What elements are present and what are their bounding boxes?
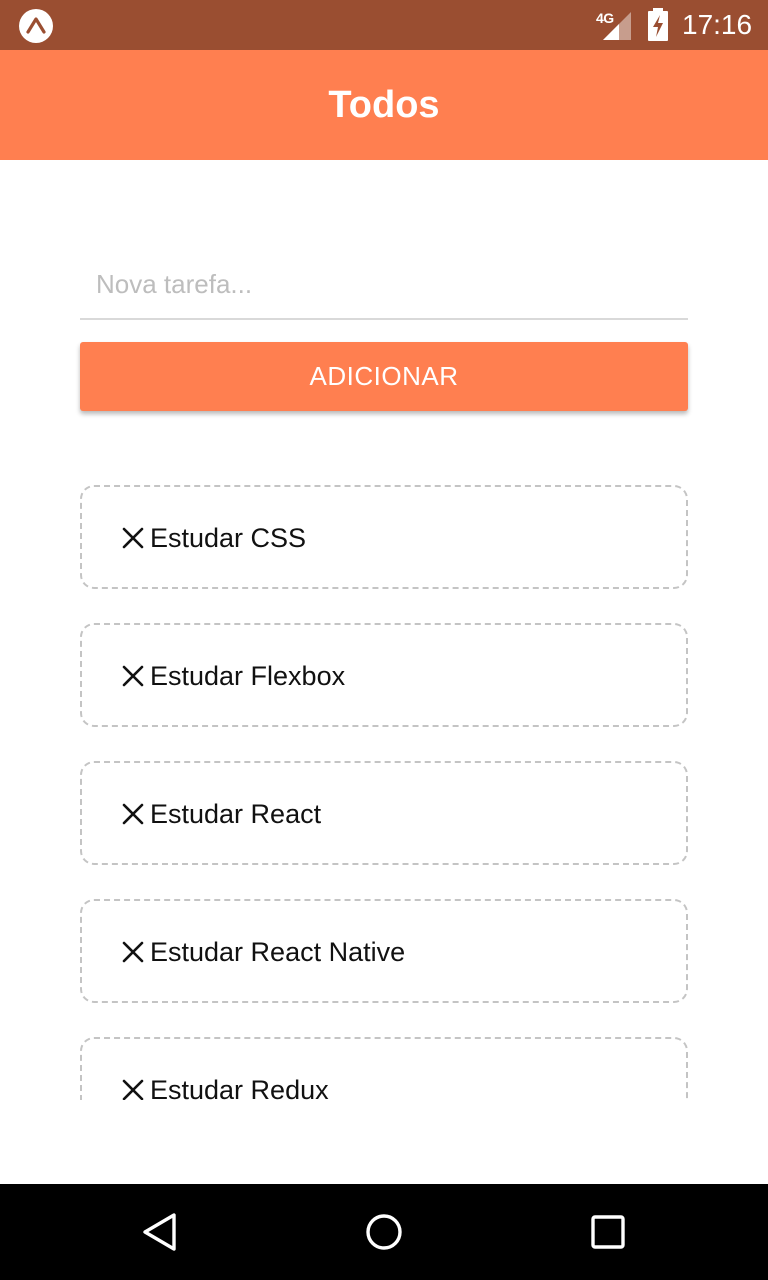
add-task-button[interactable]: ADICIONAR [80,342,688,411]
recents-icon[interactable] [590,1214,626,1250]
new-task-input[interactable] [80,250,688,320]
home-icon[interactable] [364,1212,404,1252]
close-icon[interactable] [122,1079,144,1100]
list-item[interactable]: Estudar Redux [80,1037,688,1100]
task-label: Estudar Flexbox [150,661,346,691]
task-label: Estudar React [150,799,322,829]
task-label: Estudar Redux [150,1075,329,1100]
expo-icon [19,9,53,43]
list-item[interactable]: Estudar React [80,761,688,865]
close-icon[interactable] [122,527,144,549]
list-item[interactable]: Estudar React Native [80,899,688,1003]
list-item[interactable]: Estudar CSS [80,485,688,589]
app-screen: 4G 17:16 Todos ADICIONAR Estudar CSS Est… [0,0,768,1280]
back-icon[interactable] [140,1212,180,1252]
close-icon[interactable] [122,665,144,687]
navigation-bar [0,1184,768,1280]
page-title: Todos [328,84,440,126]
list-item[interactable]: Estudar Flexbox [80,623,688,727]
battery-charging-icon [648,8,668,41]
close-icon[interactable] [122,803,144,825]
status-clock: 17:16 [682,9,753,40]
app-header: Todos [0,50,768,160]
network-type-label: 4G [596,10,614,26]
status-bar: 4G 17:16 [0,0,768,50]
task-label: Estudar CSS [150,523,307,553]
task-list: Estudar CSS Estudar Flexbox Estudar Reac… [80,485,688,1100]
task-label: Estudar React Native [150,937,406,967]
close-icon[interactable] [122,941,144,963]
